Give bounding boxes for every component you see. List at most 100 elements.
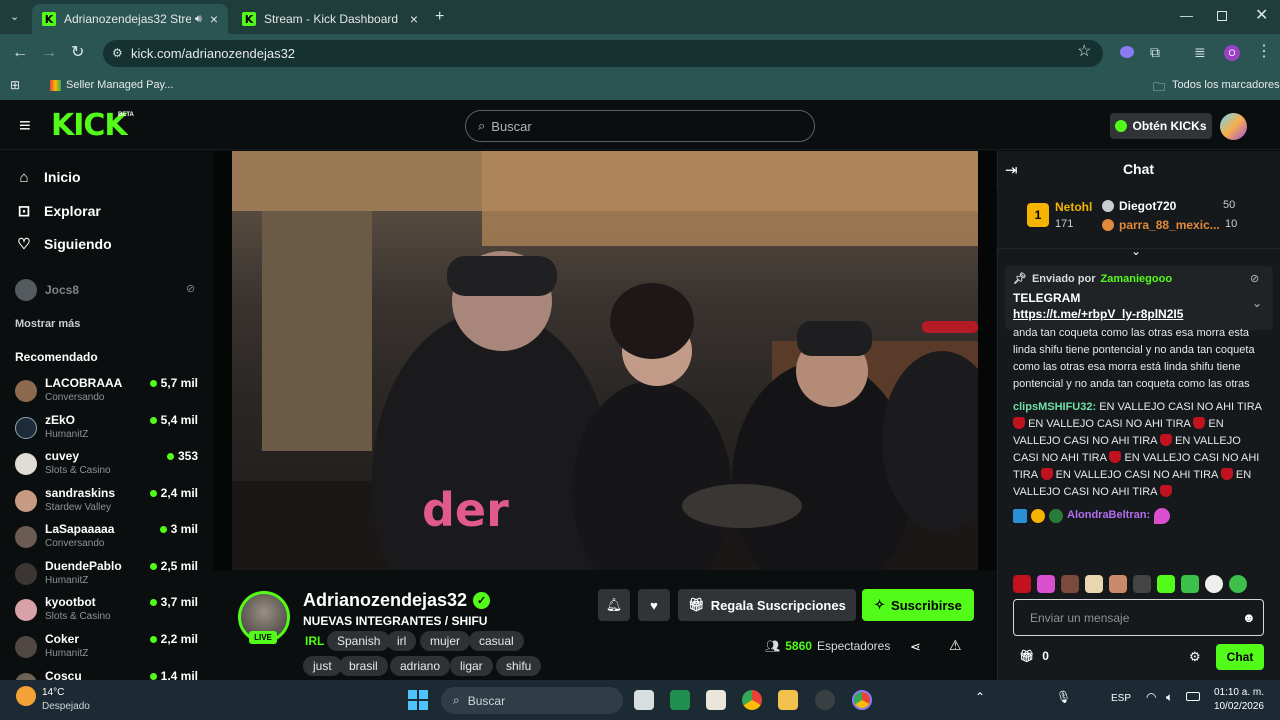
minimize-icon[interactable]: — bbox=[1180, 8, 1193, 24]
leader-entry-name[interactable]: Diegot720 bbox=[1119, 199, 1176, 213]
chrome-profile-icon[interactable] bbox=[852, 690, 872, 710]
weather-temp[interactable]: 14°C bbox=[42, 687, 64, 698]
windows-start-icon[interactable] bbox=[408, 690, 428, 710]
chat-input[interactable]: Enviar un mensaje ☻ bbox=[1013, 599, 1264, 636]
clock-date[interactable]: 10/02/2026 bbox=[1212, 701, 1264, 712]
bookmark-star-icon[interactable]: ☆ bbox=[1077, 44, 1091, 60]
list-item[interactable]: zEkO HumanitZ 5,4 mil bbox=[15, 413, 200, 449]
hide-pinned-icon[interactable]: ⊘ bbox=[1250, 272, 1259, 285]
weather-icon[interactable] bbox=[16, 686, 36, 706]
report-warning-icon[interactable]: ⚠ bbox=[949, 637, 962, 654]
close-tab-icon[interactable]: × bbox=[210, 11, 218, 27]
excel-icon[interactable] bbox=[670, 690, 690, 710]
battery-icon[interactable] bbox=[1186, 692, 1200, 701]
emote-icon[interactable] bbox=[1013, 575, 1031, 593]
sidebar-item-siguiendo[interactable]: ♡ Siguiendo bbox=[16, 234, 111, 254]
tag-pill[interactable]: Spanish bbox=[327, 631, 391, 651]
sidebar-item-explorar[interactable]: ⊡ Explorar bbox=[16, 201, 101, 221]
emote-icon[interactable] bbox=[1085, 575, 1103, 593]
tag-pill[interactable]: irl bbox=[387, 631, 417, 651]
chat-username[interactable]: clipsMSHIFU32: bbox=[1013, 401, 1096, 413]
channel-name[interactable]: Adrianozendejas32 bbox=[303, 590, 467, 611]
bookmark-seller[interactable]: Seller Managed Pay... bbox=[66, 79, 173, 91]
extension-icon[interactable] bbox=[1120, 46, 1134, 58]
wifi-icon[interactable]: ◠ bbox=[1146, 690, 1156, 704]
kicks-balance[interactable]: 🎁︎ 0 bbox=[1019, 649, 1049, 663]
list-item[interactable]: cuvey Slots & Casino 353 bbox=[15, 449, 200, 485]
profile-avatar[interactable]: O bbox=[1224, 45, 1240, 61]
tag-pill[interactable]: mujer bbox=[420, 631, 471, 651]
task-view-icon[interactable] bbox=[634, 690, 654, 710]
tab-list-icon[interactable]: ⌄ bbox=[10, 9, 19, 25]
tag-pill[interactable]: just bbox=[303, 656, 342, 676]
follow-button[interactable]: ♥ bbox=[638, 589, 670, 621]
emote-icon[interactable] bbox=[1157, 575, 1175, 593]
list-item[interactable]: LACOBRAAA Conversando 5,7 mil bbox=[15, 376, 200, 412]
send-chat-button[interactable]: Chat bbox=[1216, 644, 1264, 670]
share-icon[interactable]: ⋖ bbox=[910, 639, 921, 655]
taskbar-search[interactable]: ⌕ Buscar bbox=[441, 687, 623, 714]
forward-icon[interactable]: → bbox=[41, 45, 57, 61]
list-item[interactable]: DuendePablo HumanitZ 2,5 mil bbox=[15, 559, 200, 595]
close-tab-icon[interactable]: × bbox=[410, 11, 418, 27]
tag-pill[interactable]: shifu bbox=[496, 656, 542, 676]
emote-icon[interactable] bbox=[1109, 575, 1127, 593]
expand-pinned-icon[interactable]: ⌄ bbox=[1252, 296, 1262, 310]
video-player[interactable]: der bbox=[232, 151, 978, 570]
tab-stream[interactable]: K Adrianozendejas32 Stream 🔊︎ × bbox=[32, 4, 228, 34]
emoji-picker-icon[interactable]: ☻ bbox=[1242, 610, 1256, 625]
chrome-icon[interactable] bbox=[742, 690, 762, 710]
list-item[interactable]: LaSapaaaaa Conversando 3 mil bbox=[15, 522, 200, 558]
pinned-link[interactable]: https://t.me/+rbpV_ly-r8plN2I5 bbox=[1013, 307, 1265, 321]
apps-grid-icon[interactable]: ⊞ bbox=[10, 78, 20, 92]
emote-icon[interactable] bbox=[1229, 575, 1247, 593]
gift-subs-button[interactable]: 🎁︎ Regala Suscripciones bbox=[678, 589, 856, 621]
hamburger-menu-icon[interactable]: ≡ bbox=[19, 116, 31, 136]
site-info-icon[interactable]: ⚙ bbox=[112, 46, 123, 60]
sidebar-item-inicio[interactable]: ⌂ Inicio bbox=[16, 167, 80, 187]
close-window-icon[interactable]: ✕ bbox=[1255, 8, 1268, 24]
tag-pill[interactable]: casual bbox=[469, 631, 524, 651]
maximize-icon[interactable] bbox=[1217, 11, 1227, 21]
all-bookmarks[interactable]: Todos los marcadores bbox=[1172, 79, 1280, 91]
reading-list-icon[interactable]: ≣ bbox=[1194, 44, 1206, 60]
clock-time[interactable]: 01:10 a. m. bbox=[1212, 687, 1264, 698]
chat-username[interactable]: AlondraBeltran: bbox=[1067, 507, 1150, 524]
category-link[interactable]: IRL bbox=[305, 634, 324, 648]
language-indicator[interactable]: ESP bbox=[1111, 693, 1131, 704]
tray-chevron-icon[interactable]: ⌃ bbox=[975, 690, 985, 704]
kick-logo[interactable]: KICK bbox=[51, 111, 128, 141]
chat-settings-gear-icon[interactable]: ⚙ bbox=[1189, 649, 1201, 665]
back-icon[interactable]: ← bbox=[12, 45, 28, 61]
speaker-icon[interactable]: 🔊︎ bbox=[195, 13, 202, 26]
emote-icon[interactable] bbox=[1205, 575, 1223, 593]
new-tab-icon[interactable]: + bbox=[435, 9, 444, 25]
volume-icon[interactable]: 🔈︎ bbox=[1166, 690, 1173, 705]
emote-icon[interactable] bbox=[1037, 575, 1055, 593]
list-item[interactable]: sandraskins Stardew Valley 2,4 mil bbox=[15, 486, 200, 522]
tag-pill[interactable]: brasil bbox=[339, 656, 388, 676]
obs-icon[interactable] bbox=[815, 690, 835, 710]
extensions-puzzle-icon[interactable]: ⧉ bbox=[1150, 44, 1160, 60]
file-explorer-icon[interactable] bbox=[778, 690, 798, 710]
emote-icon[interactable] bbox=[1181, 575, 1199, 593]
tag-pill[interactable]: ligar bbox=[450, 656, 493, 676]
address-bar[interactable]: ⚙ kick.com/adrianozendejas32 bbox=[103, 40, 1103, 67]
list-item[interactable]: Coscu 1,4 mil bbox=[15, 669, 200, 680]
list-item[interactable]: Coker HumanitZ 2,2 mil bbox=[15, 632, 200, 668]
notes-app-icon[interactable] bbox=[706, 690, 726, 710]
microphone-icon[interactable]: 🎙︎ bbox=[1056, 690, 1071, 704]
notification-bell-button[interactable]: 🔔︎ bbox=[598, 589, 630, 621]
expand-leaderboard-icon[interactable]: ⌄ bbox=[1131, 244, 1141, 258]
search-input[interactable]: ⌕ Buscar bbox=[465, 110, 815, 142]
tag-pill[interactable]: adriano bbox=[390, 656, 451, 676]
emote-icon[interactable] bbox=[1061, 575, 1079, 593]
tab-dashboard[interactable]: K Stream - Kick Dashboard × bbox=[232, 4, 428, 34]
leader-top-name[interactable]: Netohl bbox=[1055, 200, 1092, 214]
pinned-user[interactable]: Zamaniegooo bbox=[1101, 273, 1173, 285]
reload-icon[interactable]: ↻ bbox=[71, 45, 84, 61]
leader-entry-name[interactable]: parra_88_mexic... bbox=[1119, 218, 1220, 232]
subscribe-button[interactable]: ✧ Suscribirse bbox=[862, 589, 974, 621]
user-avatar[interactable] bbox=[1220, 113, 1247, 140]
get-kicks-button[interactable]: Obtén KICKs bbox=[1110, 113, 1212, 139]
